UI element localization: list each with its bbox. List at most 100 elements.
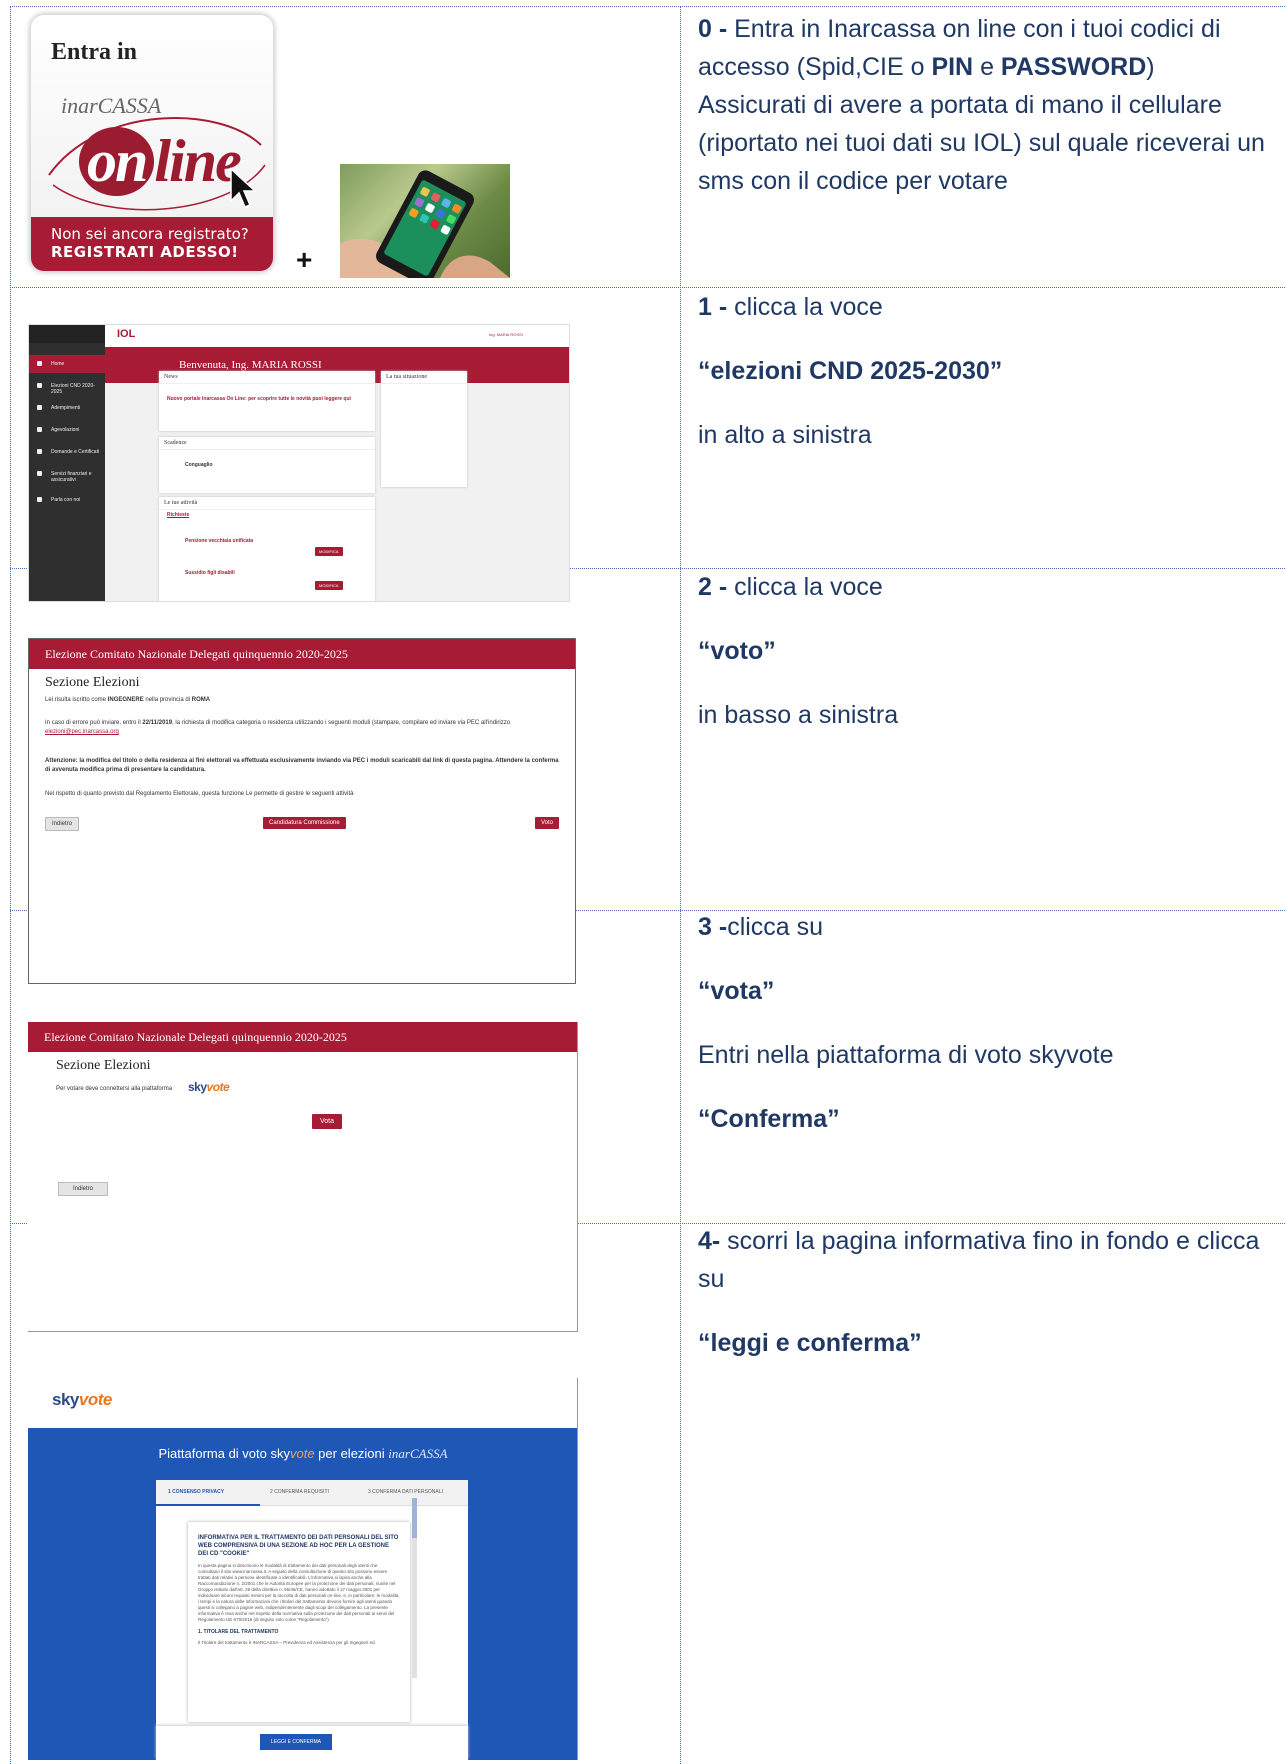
step-1-location: in alto a sinistra [698, 421, 872, 449]
error-info: In caso di errore può inviare, entro il … [45, 720, 511, 735]
deadlines-card: Scadenze Conguaglio [159, 437, 375, 493]
menu-item-servizi[interactable]: Servizi finanziari e assicurativi [29, 465, 105, 483]
entra-in-label: Entra in [51, 39, 138, 65]
user-menu[interactable]: Ing. MARIA ROSSI [489, 332, 523, 337]
welcome-text: Benvenuta, Ing. MARIA ROSSI [179, 359, 322, 371]
step-3-confirm: “Conferma” [698, 1105, 840, 1133]
section-title-2: Sezione Elezioni [56, 1058, 151, 1073]
back-button-2[interactable]: Indietro [58, 1182, 109, 1196]
iol-dashboard-screenshot: Home Elezioni CND 2020-2025 Adempimenti … [28, 324, 570, 602]
smartphone-photo [340, 164, 510, 278]
step-4-target: “leggi e conferma” [698, 1329, 922, 1357]
activity-2[interactable]: Sussidio figli disabili [159, 568, 375, 578]
menu-item-domande[interactable]: Domande e Certificati [29, 443, 105, 461]
menu-item-parla[interactable]: Parla con noi [29, 491, 105, 509]
situation-title: La tua situazione [381, 371, 467, 384]
activity-1[interactable]: Pensione vecchiaia unificata [159, 536, 375, 546]
news-title: News [159, 371, 375, 384]
step-3-number: 3 - [698, 913, 728, 941]
platform-title: Piattaforma di voto skyvote per elezioni… [158, 1446, 448, 1461]
on-logo-part: on [79, 127, 155, 196]
phone-in-hand-icon [340, 170, 510, 278]
tab-conferma-dati[interactable]: 3 CONFERMA DATI PERSONALI [368, 1489, 443, 1495]
activities-title: Le tue attività [159, 497, 375, 510]
menu-item-adempimenti[interactable]: Adempimenti [29, 399, 105, 417]
back-button[interactable]: Indietro [45, 817, 80, 831]
menu-item-agevolazioni[interactable]: Agevolazioni [29, 421, 105, 439]
vota-screenshot: Elezione Comitato Nazionale Delegati qui… [28, 1022, 578, 1332]
step-1-target: “elezioni CND 2025-2030” [698, 357, 1003, 385]
step-4-text: scorri la pagina informativa fino in fon… [698, 1227, 1260, 1293]
sidebar-menu: Home Elezioni CND 2020-2025 Adempimenti … [29, 325, 105, 601]
leggi-e-conferma-button[interactable]: LEGGI E CONFERMA [260, 1734, 332, 1750]
step-2-location: in basso a sinistra [698, 701, 899, 729]
sezione-elezioni-screenshot: Elezione Comitato Nazionale Delegati qui… [28, 638, 576, 984]
privacy-paragraph: In questa pagina si descrivono le modali… [198, 1563, 400, 1622]
wizard-tabs: 1 CONSENSO PRIVACY 2 CONFERMA REQUISITI … [156, 1480, 468, 1506]
step-2-instructions: 2 - clicca la voce “voto” in basso a sin… [698, 568, 1278, 734]
election-header-bar: Elezione Comitato Nazionale Delegati qui… [29, 639, 575, 669]
election-header-bar-2: Elezione Comitato Nazionale Delegati qui… [28, 1022, 577, 1052]
situation-card: La tua situazione [381, 371, 467, 487]
section-title: Sezione Elezioni [45, 675, 140, 690]
step-1-instructions: 1 - clicca la voce “elezioni CND 2025-20… [698, 288, 1278, 454]
step-0-number: 0 - [698, 15, 728, 43]
plus-sign: + [296, 244, 313, 275]
menu-item-home[interactable]: Home [29, 355, 105, 373]
online-logo: on line [79, 127, 242, 196]
step-2-text: clicca la voce [727, 573, 883, 601]
wizard-panel: 1 CONSENSO PRIVACY 2 CONFERMA REQUISITI … [156, 1480, 468, 1760]
modify-button-2[interactable]: MODIFICA [315, 581, 343, 590]
pin-label: PIN [931, 53, 974, 81]
voto-button[interactable]: Voto [535, 817, 560, 829]
register-now-label: REGISTRATI ADESSO! [51, 243, 239, 261]
wizard-footer: LEGGI E CONFERMA [156, 1726, 468, 1760]
step-3-text: clicca su [727, 913, 824, 941]
registration-info: Lei risulta iscritto come INGEGNERE nell… [45, 697, 211, 703]
step-3-instructions: 3 -clicca su “vota” Entri nella piattafo… [698, 908, 1278, 1138]
step-4-number: 4- [698, 1227, 721, 1255]
iol-logo: IOL [117, 328, 136, 340]
register-question: Non sei ancora registrato? [51, 225, 249, 243]
inarcassa-online-card: Entra in inarCASSA on line Non sei ancora… [30, 14, 274, 272]
guide-page: Entra in inarCASSA on line Non sei ancora… [0, 0, 1285, 1764]
register-banner[interactable]: Non sei ancora registrato? REGISTRATI AD… [31, 217, 273, 271]
mouse-cursor-icon [230, 167, 257, 208]
news-link[interactable]: Nuovo portale Inarcassa On Line: per sco… [159, 394, 375, 404]
step-3-target: “vota” [698, 977, 775, 1005]
step-1-text: clicca la voce [727, 293, 883, 321]
privacy-heading: INFORMATIVA PER IL TRATTAMENTO DEI DATI … [198, 1535, 399, 1557]
requests-tab[interactable]: Richieste [159, 510, 375, 520]
step-0-phone-note: Assicurati di avere a portata di mano il… [698, 91, 1265, 195]
and-label: e [973, 53, 1001, 81]
step-2-target: “voto” [698, 637, 776, 665]
menu-item-elezioni[interactable]: Elezioni CND 2020-2025 [29, 377, 105, 395]
tab-conferma-requisiti[interactable]: 2 CONFERMA REQUISITI [270, 1489, 329, 1495]
document-scrollbar[interactable] [412, 1498, 417, 1678]
step-0-instructions: 0 - Entra in Inarcassa on line con i tuo… [698, 10, 1278, 200]
deadline-item[interactable]: Conguaglio [159, 460, 375, 470]
privacy-document[interactable]: INFORMATIVA PER IL TRATTAMENTO DEI DATI … [188, 1522, 410, 1722]
step-1-number: 1 - [698, 293, 728, 321]
vota-button[interactable]: Vota [312, 1114, 343, 1129]
attention-note: Attenzione: la modifica del titolo o del… [45, 758, 559, 773]
candidatura-button[interactable]: Candidatura Commissione [263, 817, 346, 829]
inarcassa-logo-text: inarCASSA [61, 93, 162, 118]
step-2-number: 2 - [698, 573, 728, 601]
step-4-instructions: 4- scorri la pagina informativa fino in … [698, 1222, 1278, 1362]
step-3-skyvote-note: Entri nella piattaforma di voto skyvote [698, 1041, 1114, 1069]
news-card: News Nuovo portale Inarcassa On Line: pe… [159, 371, 375, 431]
tab-consenso-privacy[interactable]: 1 CONSENSO PRIVACY [168, 1489, 224, 1495]
pec-link[interactable]: elezioni@pec.inarcassa.org [45, 729, 119, 735]
connect-text: Per votare deve connettersi alla piattaf… [56, 1086, 173, 1092]
skyvote-logo: skyvote [188, 1080, 230, 1094]
deadlines-title: Scadenze [159, 437, 375, 450]
close-paren: ) [1146, 53, 1155, 81]
password-label: PASSWORD [1000, 53, 1147, 81]
privacy-paragraph-2: Il Titolare del trattamento è INARCASSA … [198, 1640, 375, 1645]
regulation-note: Nel rispetto di quanto previsto dal Rego… [45, 791, 354, 797]
privacy-subheading: 1. TITOLARE DEL TRATTAMENTO [198, 1629, 279, 1635]
skyvote-logo-2: skyvote [52, 1390, 112, 1409]
modify-button-1[interactable]: MODIFICA [315, 547, 343, 556]
skyvote-privacy-screenshot: skyvote Piattaforma di voto skyvote per … [28, 1378, 578, 1760]
